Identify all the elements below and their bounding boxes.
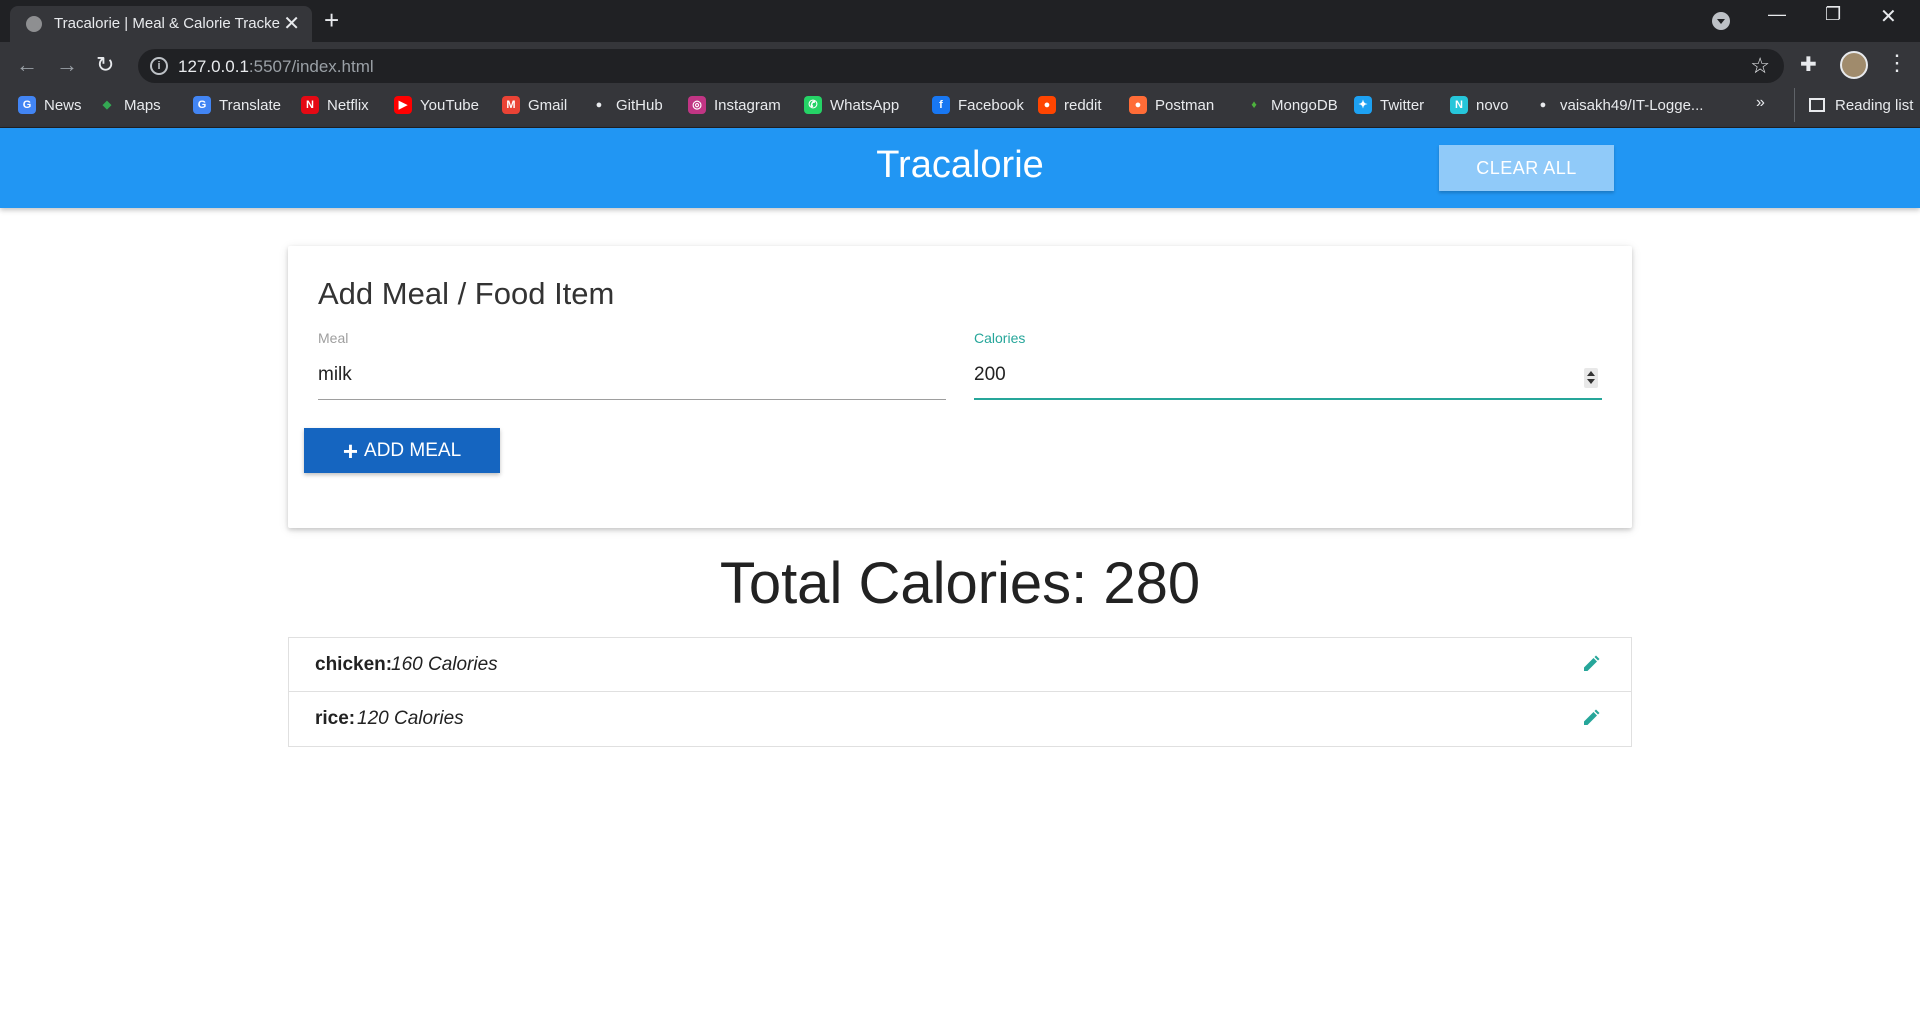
bookmark-mongodb[interactable]: ♦ MongoDB bbox=[1245, 88, 1338, 122]
brand-title[interactable]: Tracalorie bbox=[0, 144, 1920, 187]
twitter-icon: ✦ bbox=[1354, 96, 1372, 114]
bookmark-label: Gmail bbox=[528, 96, 568, 114]
bookmark-label: News bbox=[44, 96, 82, 114]
bookmark-youtube[interactable]: ▶ YouTube bbox=[394, 88, 479, 122]
number-spinner-icon[interactable] bbox=[1584, 368, 1598, 388]
calories-label: Calories bbox=[974, 330, 1026, 346]
item-calories: 120 Calories bbox=[357, 708, 464, 729]
postman-icon: ● bbox=[1129, 96, 1147, 114]
bookmark-netflix[interactable]: N Netflix bbox=[301, 88, 369, 122]
total-calories: Total Calories: 280 bbox=[719, 551, 1201, 616]
bookmark-label: novo bbox=[1476, 96, 1509, 114]
add-meal-button[interactable]: + ADD MEAL bbox=[304, 428, 500, 473]
minimize-icon[interactable]: — bbox=[1768, 4, 1786, 25]
meal-input[interactable]: milk bbox=[318, 356, 946, 400]
list-item: rice: 120 Calories bbox=[289, 692, 1631, 746]
back-icon[interactable]: ← bbox=[16, 52, 38, 78]
browser-menu-icon[interactable]: ⋮ bbox=[1886, 50, 1908, 76]
card-title: Add Meal / Food Item bbox=[318, 276, 615, 311]
browser-tabstrip: Tracalorie | Meal & Calorie Tracke ✕ + —… bbox=[0, 0, 1920, 42]
bookmark-label: vaisakh49/IT-Logge... bbox=[1560, 96, 1704, 114]
close-window-icon[interactable]: ✕ bbox=[1880, 4, 1897, 29]
bookmark-label: reddit bbox=[1064, 96, 1102, 114]
novo-icon: N bbox=[1450, 96, 1468, 114]
list-item: chicken: 160 Calories bbox=[289, 638, 1631, 692]
bookmark-label: Maps bbox=[124, 96, 161, 114]
bookmark-twitter[interactable]: ✦ Twitter bbox=[1354, 88, 1424, 122]
github-icon: ● bbox=[595, 99, 603, 111]
bookmark-label: MongoDB bbox=[1271, 96, 1338, 114]
youtube-icon: ▶ bbox=[394, 96, 412, 114]
bookmark-label: Netflix bbox=[327, 96, 369, 114]
facebook-icon: f bbox=[932, 96, 950, 114]
bookmarks-bar: » Reading list G News ◆ Maps G Translate N Netf… bbox=[0, 88, 1920, 128]
reddit-icon: ● bbox=[1038, 96, 1056, 114]
pencil-icon[interactable] bbox=[1581, 708, 1601, 728]
browser-toolbar: ← → ↻ i 127.0.0.1:5507/index.html ☆ ✚ ⋮ bbox=[0, 42, 1920, 88]
bookmark-label: Facebook bbox=[958, 96, 1024, 114]
bookmark-label: GitHub bbox=[616, 96, 663, 114]
browser-tab[interactable]: Tracalorie | Meal & Calorie Tracke ✕ bbox=[10, 6, 312, 42]
bookmark-label: Postman bbox=[1155, 96, 1215, 114]
mongodb-leaf-icon: ♦ bbox=[1251, 99, 1257, 111]
bookmark-facebook[interactable]: f Facebook bbox=[932, 88, 1024, 122]
bookmark-novo[interactable]: Nnovo bbox=[1450, 88, 1509, 122]
item-name: chicken: bbox=[315, 654, 393, 675]
restore-icon[interactable]: ❐ bbox=[1825, 4, 1841, 25]
bookmark-instagram[interactable]: ◎ Instagram bbox=[688, 88, 781, 122]
clear-all-button[interactable]: CLEAR ALL bbox=[1439, 145, 1614, 191]
google-news-icon: G bbox=[18, 96, 36, 114]
add-meal-label: ADD MEAL bbox=[364, 439, 462, 461]
add-meal-card: Add Meal / Food Item Meal milk Calories … bbox=[288, 246, 1632, 528]
globe-icon bbox=[26, 16, 42, 32]
bookmark-gmail[interactable]: M Gmail bbox=[502, 88, 567, 122]
bookmarks-overflow-icon[interactable]: » bbox=[1756, 94, 1765, 112]
forward-icon[interactable]: → bbox=[56, 52, 78, 78]
pencil-icon[interactable] bbox=[1581, 654, 1601, 674]
bookmark-star-icon[interactable]: ☆ bbox=[1750, 53, 1770, 79]
reading-list-button[interactable]: Reading list bbox=[1794, 88, 1913, 122]
bookmark-postman[interactable]: ● Postman bbox=[1129, 88, 1214, 122]
extensions-puzzle-icon[interactable]: ✚ bbox=[1800, 52, 1817, 77]
calories-value: 200 bbox=[974, 364, 1006, 385]
bookmark-label: WhatsApp bbox=[830, 96, 900, 114]
meal-list: chicken: 160 Calories rice: 120 Calories bbox=[288, 637, 1632, 747]
item-name: rice: bbox=[315, 708, 356, 729]
tab-title: Tracalorie | Meal & Calorie Tracke bbox=[54, 15, 280, 32]
address-bar[interactable]: i 127.0.0.1:5507/index.html ☆ bbox=[138, 49, 1784, 83]
url-text: 127.0.0.1:5507/index.html bbox=[178, 57, 374, 76]
maps-pin-icon: ◆ bbox=[102, 99, 112, 111]
plus-icon: + bbox=[342, 435, 359, 466]
tab-search-icon[interactable] bbox=[1712, 12, 1730, 30]
close-tab-icon[interactable]: ✕ bbox=[283, 11, 300, 36]
bookmark-label: YouTube bbox=[420, 96, 479, 114]
bookmark-vaisakh49-it-logge[interactable]: ● vaisakh49/IT-Logge... bbox=[1534, 88, 1704, 122]
reading-list-icon bbox=[1809, 98, 1825, 112]
item-calories: 160 Calories bbox=[391, 654, 498, 675]
new-tab-icon[interactable]: + bbox=[324, 5, 339, 36]
bookmark-label: Translate bbox=[219, 96, 281, 114]
bookmark-whatsapp[interactable]: ✆ WhatsApp bbox=[804, 88, 899, 122]
bookmark-github[interactable]: ● GitHub bbox=[590, 88, 663, 122]
github-icon: ● bbox=[1539, 99, 1547, 111]
netflix-icon: N bbox=[301, 96, 319, 114]
reload-icon[interactable]: ↻ bbox=[96, 52, 114, 78]
reading-list-label: Reading list bbox=[1835, 96, 1914, 114]
bookmark-reddit[interactable]: ● reddit bbox=[1038, 88, 1102, 122]
gmail-icon: M bbox=[502, 96, 520, 114]
instagram-icon: ◎ bbox=[688, 96, 706, 114]
bookmark-label: Twitter bbox=[1380, 96, 1425, 114]
whatsapp-icon: ✆ bbox=[804, 96, 822, 114]
translate-icon: G bbox=[193, 96, 211, 114]
app-navbar: Tracalorie CLEAR ALL bbox=[0, 128, 1920, 208]
meal-label: Meal bbox=[318, 330, 349, 346]
bookmark-translate[interactable]: G Translate bbox=[193, 88, 281, 122]
profile-avatar[interactable] bbox=[1840, 51, 1868, 79]
bookmark-label: Instagram bbox=[714, 96, 781, 114]
bookmark-maps[interactable]: ◆ Maps bbox=[98, 88, 161, 122]
bookmark-news[interactable]: G News bbox=[18, 88, 82, 122]
calories-input[interactable]: 200 bbox=[974, 356, 1602, 400]
site-info-icon[interactable]: i bbox=[150, 57, 168, 75]
